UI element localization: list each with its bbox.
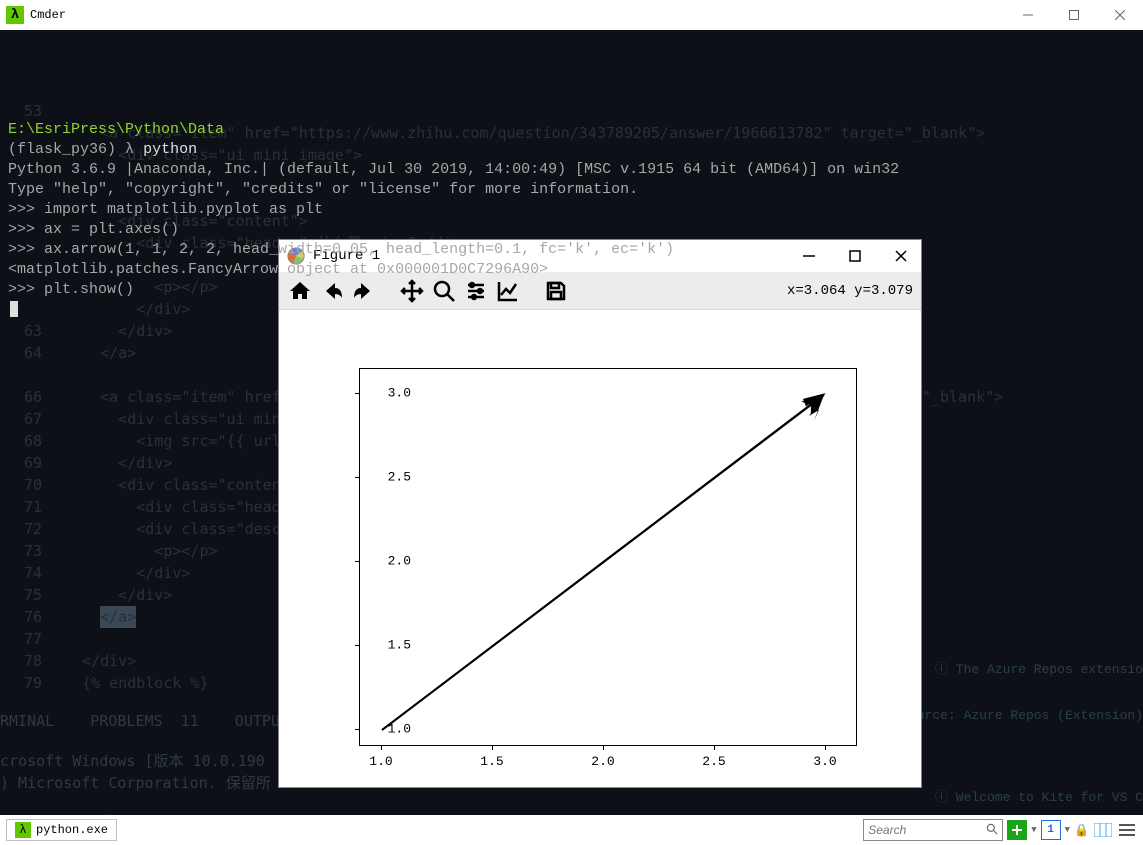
repl-line: >>> ax = plt.axes() — [8, 221, 179, 238]
search-wrap — [863, 819, 1003, 841]
y-tick-label: 1.5 — [388, 638, 411, 653]
app-title: Cmder — [30, 8, 66, 22]
status-tab[interactable]: λ python.exe — [6, 819, 117, 841]
app-titlebar: λ Cmder — [0, 0, 1143, 30]
lock-icon[interactable]: 🔒 — [1074, 823, 1089, 838]
x-tick-label: 2.5 — [702, 754, 725, 769]
app-icon: λ — [6, 6, 24, 24]
repl-line: >>> import matplotlib.pyplot as plt — [8, 201, 323, 218]
status-tab-label: python.exe — [36, 823, 108, 837]
cursor — [10, 301, 18, 317]
chevron-down-icon[interactable]: ▼ — [1065, 825, 1070, 835]
repl-line: >>> plt.show() — [8, 281, 134, 298]
repl-line: <matplotlib.patches.FancyArrow object at… — [8, 261, 548, 278]
y-tick-label: 2.0 — [388, 554, 411, 569]
prompt-symbol: λ — [125, 141, 134, 158]
chevron-down-icon[interactable]: ▼ — [1031, 825, 1036, 835]
maximize-button[interactable] — [1051, 0, 1097, 30]
menu-icon[interactable] — [1117, 820, 1137, 840]
terminal-venv: (flask_py36) — [8, 141, 116, 158]
y-tick-label: 1.0 — [388, 722, 411, 737]
terminal-output: E:\EsriPress\Python\Data (flask_py36) λ … — [8, 100, 1135, 340]
figure-canvas[interactable]: 1.0 1.5 2.0 2.5 3.0 1.0 1.5 2.0 2.5 3.0 — [279, 310, 921, 787]
statusbar: λ python.exe ▼ 1 ▼ 🔒 — [0, 815, 1143, 845]
repl-line: >>> ax.arrow(1, 1, 2, 2, head_width=0.05… — [8, 241, 674, 258]
search-icon[interactable] — [985, 822, 999, 840]
notification-ghost: ⓘ Welcome to Kite for VS C — [935, 788, 1143, 808]
y-tick-label: 3.0 — [388, 386, 411, 401]
search-input[interactable] — [863, 819, 1003, 841]
minimize-button[interactable] — [1005, 0, 1051, 30]
x-tick-label: 1.5 — [480, 754, 503, 769]
window-controls — [1005, 0, 1143, 30]
x-tick-label: 2.0 — [591, 754, 614, 769]
terminal-cmd: python — [143, 141, 197, 158]
terminal-cwd: E:\EsriPress\Python\Data — [8, 121, 224, 138]
python-banner-2: Type "help", "copyright", "credits" or "… — [8, 181, 638, 198]
x-tick-label: 3.0 — [813, 754, 836, 769]
y-tick-label: 2.5 — [388, 470, 411, 485]
x-tick-label: 1.0 — [369, 754, 392, 769]
add-button[interactable] — [1007, 820, 1027, 840]
notification-ghost: Source: Azure Repos (Extension) — [901, 706, 1143, 726]
layout-columns-icon[interactable] — [1093, 820, 1113, 840]
close-button[interactable] — [1097, 0, 1143, 30]
notification-ghost: ⓘ The Azure Repos extensio — [935, 660, 1143, 680]
python-banner-1: Python 3.6.9 |Anaconda, Inc.| (default, … — [8, 161, 899, 178]
lambda-icon: λ — [15, 822, 31, 838]
plot-area — [359, 368, 857, 746]
window-number-icon[interactable]: 1 — [1041, 820, 1061, 840]
